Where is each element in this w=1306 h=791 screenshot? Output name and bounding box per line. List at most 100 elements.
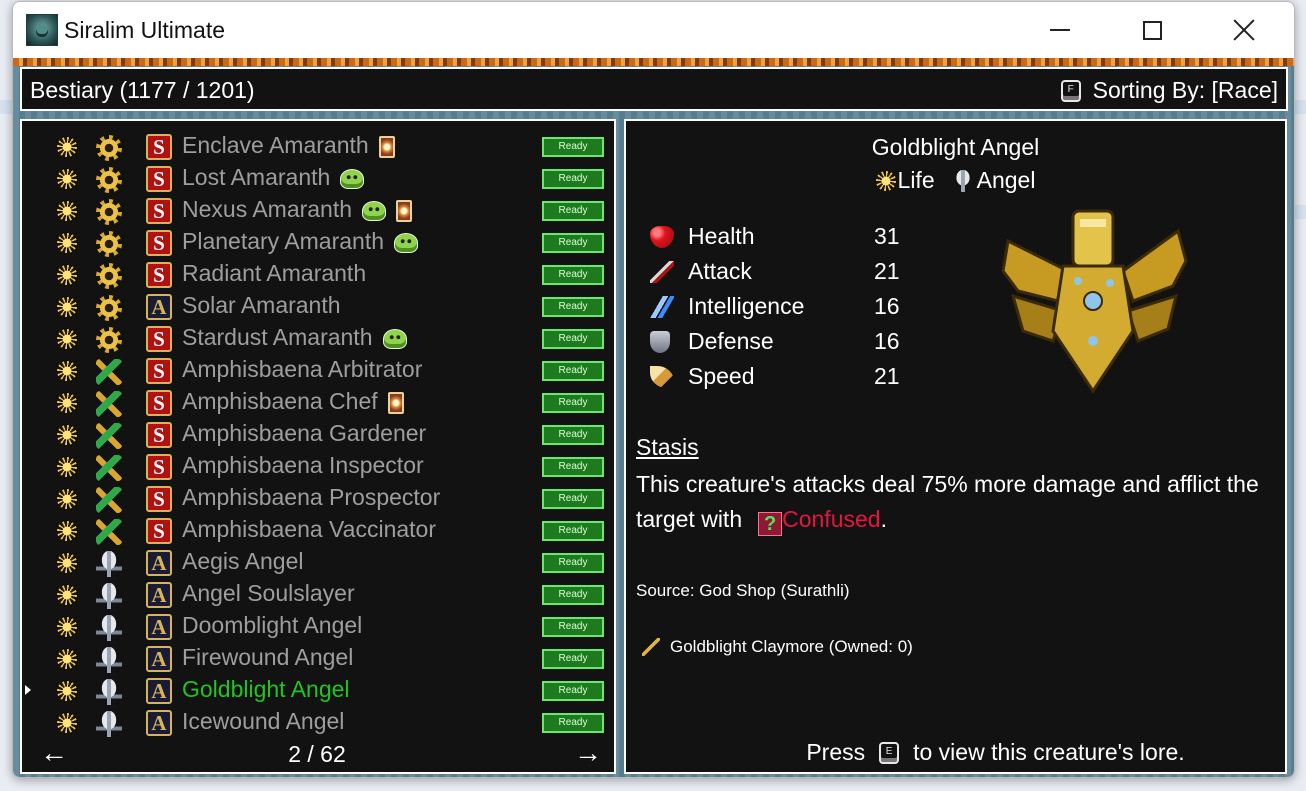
class-badge-icon: S bbox=[146, 262, 172, 288]
stat-row: Health 31 bbox=[650, 221, 910, 253]
angel-icon bbox=[950, 169, 975, 192]
creature-name-text: Doomblight Angel bbox=[182, 612, 363, 638]
list-item[interactable]: S Amphisbaena Gardener Ready bbox=[22, 419, 612, 451]
ability-text-end: . bbox=[880, 506, 887, 532]
heart-icon bbox=[650, 226, 674, 248]
angel-race-icon bbox=[96, 711, 122, 737]
creature-name-label: Angel Soulslayer bbox=[182, 580, 355, 607]
list-item[interactable]: S Amphisbaena Arbitrator Ready bbox=[22, 355, 612, 387]
page-indicator: 2 / 62 bbox=[288, 741, 346, 767]
ready-badge: Ready bbox=[542, 617, 604, 637]
list-item[interactable]: S Nexus Amaranth Ready bbox=[22, 195, 612, 227]
ability-description: This creature's attacks deal 75% more da… bbox=[636, 467, 1276, 537]
creature-name-text: Amphisbaena Arbitrator bbox=[182, 356, 423, 382]
ready-badge: Ready bbox=[542, 137, 604, 157]
stat-row: Intelligence 16 bbox=[650, 291, 910, 323]
creature-name-text: Lost Amaranth bbox=[182, 164, 331, 190]
creature-name-label: Amphisbaena Vaccinator bbox=[182, 516, 436, 543]
stat-label: Health bbox=[688, 223, 755, 249]
game-viewport: Bestiary (1177 / 1201) F Sorting By: [Ra… bbox=[13, 58, 1294, 777]
title-bar[interactable]: Siralim Ultimate bbox=[13, 2, 1294, 58]
class-badge-icon: A bbox=[146, 294, 172, 320]
creature-name-text: Stardust Amaranth bbox=[182, 324, 373, 350]
lore-press-text: Press bbox=[806, 739, 866, 765]
slime-icon bbox=[394, 232, 419, 253]
bestiary-title: Bestiary (1177 / 1201) bbox=[30, 77, 255, 103]
close-icon bbox=[1233, 19, 1255, 41]
creature-name-label: Amphisbaena Chef bbox=[182, 388, 404, 415]
stat-value: 16 bbox=[874, 293, 900, 319]
feather-icon bbox=[650, 366, 674, 388]
ability-text: This creature's attacks deal 75% more da… bbox=[636, 471, 1259, 532]
lore-rest-text: to view this creature's lore. bbox=[913, 739, 1185, 765]
life-icon bbox=[57, 201, 77, 221]
next-page-button[interactable]: → bbox=[574, 737, 602, 769]
lore-prompt[interactable]: Press E to view this creature's lore. bbox=[626, 739, 1285, 766]
list-item[interactable]: S Amphisbaena Vaccinator Ready bbox=[22, 515, 612, 547]
creature-name-label: Enclave Amaranth bbox=[182, 132, 395, 159]
creature-name-label: Amphisbaena Arbitrator bbox=[182, 356, 422, 383]
life-icon bbox=[57, 265, 77, 285]
creature-name-text: Radiant Amaranth bbox=[182, 260, 367, 286]
ready-badge: Ready bbox=[542, 297, 604, 317]
class-badge-icon: S bbox=[146, 326, 172, 352]
list-item[interactable]: S Stardust Amaranth Ready bbox=[22, 323, 612, 355]
ready-badge: Ready bbox=[542, 553, 604, 573]
list-item[interactable]: A Angel Soulslayer Ready bbox=[22, 579, 612, 611]
creature-name-label: Doomblight Angel bbox=[182, 612, 362, 639]
bestiary-header: Bestiary (1177 / 1201) F Sorting By: [Ra… bbox=[20, 67, 1288, 111]
ready-badge: Ready bbox=[542, 233, 604, 253]
list-item[interactable]: A Doomblight Angel Ready bbox=[22, 611, 612, 643]
class-badge-icon: S bbox=[146, 198, 172, 224]
life-icon bbox=[57, 585, 77, 605]
keycap-f-icon: F bbox=[1060, 79, 1081, 102]
list-item[interactable]: S Lost Amaranth Ready bbox=[22, 163, 612, 195]
type-angel: Angel bbox=[950, 167, 1036, 194]
creature-name-text: Nexus Amaranth bbox=[182, 196, 353, 222]
life-icon bbox=[57, 553, 77, 573]
sort-control[interactable]: F Sorting By: [Race] bbox=[1060, 77, 1278, 104]
life-icon bbox=[57, 521, 77, 541]
creature-list: S Enclave Amaranth Ready S Lost Amaranth Read… bbox=[20, 119, 616, 774]
creature-detail: Goldblight Angel Life Angel Health 31 Atta… bbox=[624, 119, 1287, 774]
amaranth-race-icon bbox=[96, 231, 122, 257]
list-item[interactable]: S Amphisbaena Chef Ready bbox=[22, 387, 612, 419]
maximize-icon bbox=[1142, 20, 1162, 40]
list-item[interactable]: S Amphisbaena Inspector Ready bbox=[22, 451, 612, 483]
creature-name-label: Amphisbaena Gardener bbox=[182, 420, 426, 447]
creature-name-text: Amphisbaena Gardener bbox=[182, 420, 427, 446]
creature-name-label: Radiant Amaranth bbox=[182, 260, 366, 287]
stat-row: Attack 21 bbox=[650, 256, 910, 288]
maximize-button[interactable] bbox=[1106, 2, 1198, 58]
minimize-button[interactable] bbox=[1014, 2, 1106, 58]
life-icon bbox=[57, 681, 77, 701]
type-angel-label: Angel bbox=[976, 167, 1036, 193]
life-icon bbox=[57, 169, 77, 189]
amaranth-race-icon bbox=[96, 167, 122, 193]
stat-row: Speed 21 bbox=[650, 361, 910, 393]
list-item[interactable]: S Planetary Amaranth Ready bbox=[22, 227, 612, 259]
list-item[interactable]: S Amphisbaena Prospector Ready bbox=[22, 483, 612, 515]
amaranth-race-icon bbox=[96, 135, 122, 161]
close-button[interactable] bbox=[1198, 2, 1290, 58]
class-badge-icon: S bbox=[146, 230, 172, 256]
card-icon bbox=[378, 135, 395, 158]
stat-value: 16 bbox=[874, 328, 900, 354]
amaranth-race-icon bbox=[96, 327, 122, 353]
creature-name-label: Nexus Amaranth bbox=[182, 196, 413, 223]
angel-race-icon bbox=[96, 679, 122, 705]
stat-row: Defense 16 bbox=[650, 326, 910, 358]
list-item[interactable]: A Aegis Angel Ready bbox=[22, 547, 612, 579]
confused-status-icon: ? bbox=[758, 512, 783, 536]
list-item[interactable]: S Enclave Amaranth Ready bbox=[22, 131, 612, 163]
list-item[interactable]: A Icewound Angel Ready bbox=[22, 707, 612, 739]
game-window: Siralim Ultimate Bestiary (1177 / 1201) … bbox=[12, 1, 1295, 778]
list-item[interactable]: A Goldblight Angel Ready bbox=[22, 675, 612, 707]
creature-source: Source: God Shop (Surathli) bbox=[636, 581, 850, 600]
amphi-race-icon bbox=[96, 359, 122, 385]
creature-name-text: Aegis Angel bbox=[182, 548, 304, 574]
creature-name-text: Amphisbaena Inspector bbox=[182, 452, 424, 478]
list-item[interactable]: S Radiant Amaranth Ready bbox=[22, 259, 612, 291]
list-item[interactable]: A Firewound Angel Ready bbox=[22, 643, 612, 675]
list-item[interactable]: A Solar Amaranth Ready bbox=[22, 291, 612, 323]
